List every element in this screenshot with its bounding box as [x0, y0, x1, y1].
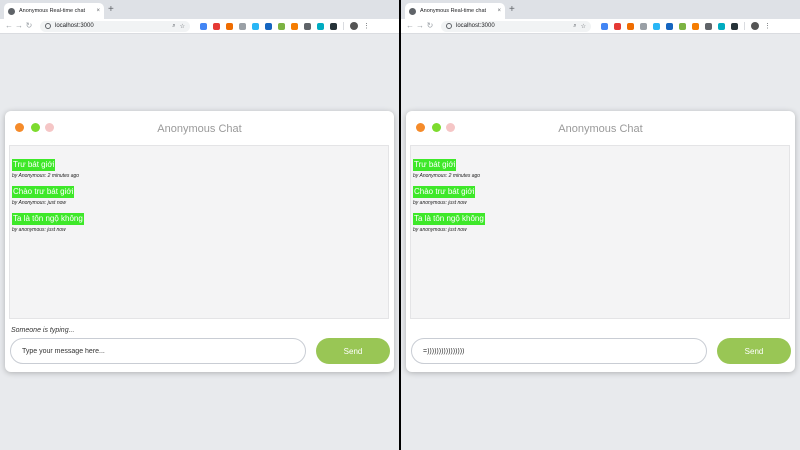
- chat-message: Chào trư bát giới by anonymous: just now: [413, 181, 787, 206]
- browser-tab[interactable]: Anonymous Real-time chat ×: [405, 3, 505, 19]
- message-bubble: Chào trư bát giới: [413, 186, 476, 198]
- site-info-icon[interactable]: [45, 23, 51, 29]
- chat-window: Anonymous Chat Trư bát giới by Anonymous…: [406, 111, 795, 372]
- extension-icon[interactable]: [640, 22, 647, 30]
- bookmark-star-icon[interactable]: ☆: [180, 23, 185, 30]
- extensions-area: [194, 22, 337, 30]
- site-info-icon[interactable]: [446, 23, 452, 29]
- extension-icon[interactable]: [679, 22, 686, 30]
- new-tab-button[interactable]: +: [509, 4, 515, 16]
- message-list: Trư bát giới by Anonymous: 2 minutes ago…: [9, 145, 389, 319]
- message-meta: by anonymous: just now: [12, 227, 66, 233]
- toolbar-separator: [744, 22, 745, 30]
- browser-toolbar: ← → ↻ localhost:3000 ⌕ ☆ ⋮: [0, 19, 399, 34]
- tab-title: Anonymous Real-time chat: [420, 8, 487, 14]
- profile-avatar-icon[interactable]: [350, 22, 358, 30]
- back-icon[interactable]: ←: [4, 21, 14, 31]
- chat-message: Trư bát giới by Anonymous: 2 minutes ago: [413, 154, 787, 179]
- extension-icon[interactable]: [601, 22, 608, 30]
- toolbar-separator: [343, 22, 344, 30]
- url-text: localhost:3000: [456, 23, 495, 29]
- zoom-icon[interactable]: ⌕: [573, 23, 576, 30]
- extension-icon[interactable]: [265, 22, 272, 30]
- message-meta: by Anonymous: 2 minutes ago: [413, 173, 481, 179]
- url-text: localhost:3000: [55, 23, 94, 29]
- chat-message: Ta là tôn ngộ không by anonymous: just n…: [413, 208, 787, 233]
- message-composer: Send: [10, 338, 390, 364]
- message-bubble: Chào trư bát giới: [12, 186, 75, 198]
- chat-window: Anonymous Chat Trư bát giới by Anonymous…: [5, 111, 394, 372]
- extension-icon[interactable]: [718, 22, 725, 30]
- tab-favicon-icon: [409, 7, 416, 15]
- back-icon[interactable]: ←: [405, 21, 415, 31]
- message-bubble: Ta là tôn ngộ không: [12, 213, 84, 225]
- browser-tab[interactable]: Anonymous Real-time chat ×: [4, 3, 104, 19]
- close-tab-icon[interactable]: ×: [96, 8, 100, 14]
- extension-icon[interactable]: [317, 22, 324, 30]
- profile-avatar-icon[interactable]: [751, 22, 759, 30]
- message-bubble: Ta là tôn ngộ không: [413, 213, 485, 225]
- extension-icon[interactable]: [252, 22, 259, 30]
- left-browser-window: Anonymous Real-time chat × + ← → ↻ local…: [0, 0, 399, 450]
- reload-icon[interactable]: ↻: [24, 21, 34, 31]
- message-bubble: Trư bát giới: [12, 159, 56, 171]
- forward-icon[interactable]: →: [415, 21, 425, 31]
- new-tab-button[interactable]: +: [108, 4, 114, 16]
- address-bar[interactable]: localhost:3000 ⌕ ☆: [441, 20, 591, 32]
- address-bar[interactable]: localhost:3000 ⌕ ☆: [40, 20, 190, 32]
- browser-toolbar: ← → ↻ localhost:3000 ⌕ ☆ ⋮: [401, 19, 800, 34]
- send-button[interactable]: Send: [316, 338, 390, 364]
- extension-icon[interactable]: [653, 22, 660, 30]
- chat-title: Anonymous Chat: [157, 123, 242, 135]
- tab-bar: Anonymous Real-time chat × +: [0, 0, 399, 19]
- send-button[interactable]: Send: [717, 338, 791, 364]
- chat-header: Anonymous Chat: [406, 111, 795, 144]
- extension-icon[interactable]: [200, 22, 207, 30]
- extension-icon[interactable]: [705, 22, 712, 30]
- message-bubble: Trư bát giới: [413, 159, 457, 171]
- chat-title: Anonymous Chat: [558, 123, 643, 135]
- extension-icon[interactable]: [666, 22, 673, 30]
- chat-header: Anonymous Chat: [5, 111, 394, 144]
- extension-icon[interactable]: [627, 22, 634, 30]
- extension-icon[interactable]: [731, 22, 738, 30]
- tab-title: Anonymous Real-time chat: [19, 8, 86, 14]
- right-browser-window: Anonymous Real-time chat × + ← → ↻ local…: [401, 0, 800, 450]
- extension-icon[interactable]: [614, 22, 621, 30]
- extension-icon[interactable]: [226, 22, 233, 30]
- extension-icon[interactable]: [291, 22, 298, 30]
- extension-icon[interactable]: [330, 22, 337, 30]
- message-list: Trư bát giới by Anonymous: 2 minutes ago…: [410, 145, 790, 319]
- chat-message: Ta là tôn ngộ không by anonymous: just n…: [12, 208, 386, 233]
- message-composer: Send: [411, 338, 791, 364]
- message-input[interactable]: [10, 338, 306, 364]
- tab-bar: Anonymous Real-time chat × +: [401, 0, 800, 19]
- bookmark-star-icon[interactable]: ☆: [581, 23, 586, 30]
- extensions-area: [595, 22, 738, 30]
- extension-icon[interactable]: [278, 22, 285, 30]
- reload-icon[interactable]: ↻: [425, 21, 435, 31]
- browser-menu-icon[interactable]: ⋮: [764, 22, 771, 30]
- message-meta: by anonymous: just now: [413, 200, 467, 206]
- message-meta: by anonymous: just now: [413, 227, 467, 233]
- zoom-icon[interactable]: ⌕: [172, 23, 175, 30]
- extension-icon[interactable]: [692, 22, 699, 30]
- extension-icon[interactable]: [304, 22, 311, 30]
- typing-indicator: Someone is typing...: [11, 327, 75, 334]
- extension-icon[interactable]: [213, 22, 220, 30]
- message-meta: by Anonymous: 2 minutes ago: [12, 173, 80, 179]
- message-input[interactable]: [411, 338, 707, 364]
- tab-favicon-icon: [8, 7, 15, 15]
- forward-icon[interactable]: →: [14, 21, 24, 31]
- close-tab-icon[interactable]: ×: [497, 8, 501, 14]
- extension-icon[interactable]: [239, 22, 246, 30]
- message-meta: by Anonymous: just now: [12, 200, 67, 206]
- chat-message: Chào trư bát giới by Anonymous: just now: [12, 181, 386, 206]
- chat-message: Trư bát giới by Anonymous: 2 minutes ago: [12, 154, 386, 179]
- browser-menu-icon[interactable]: ⋮: [363, 22, 370, 30]
- screen: Anonymous Real-time chat × + ← → ↻ local…: [0, 0, 800, 450]
